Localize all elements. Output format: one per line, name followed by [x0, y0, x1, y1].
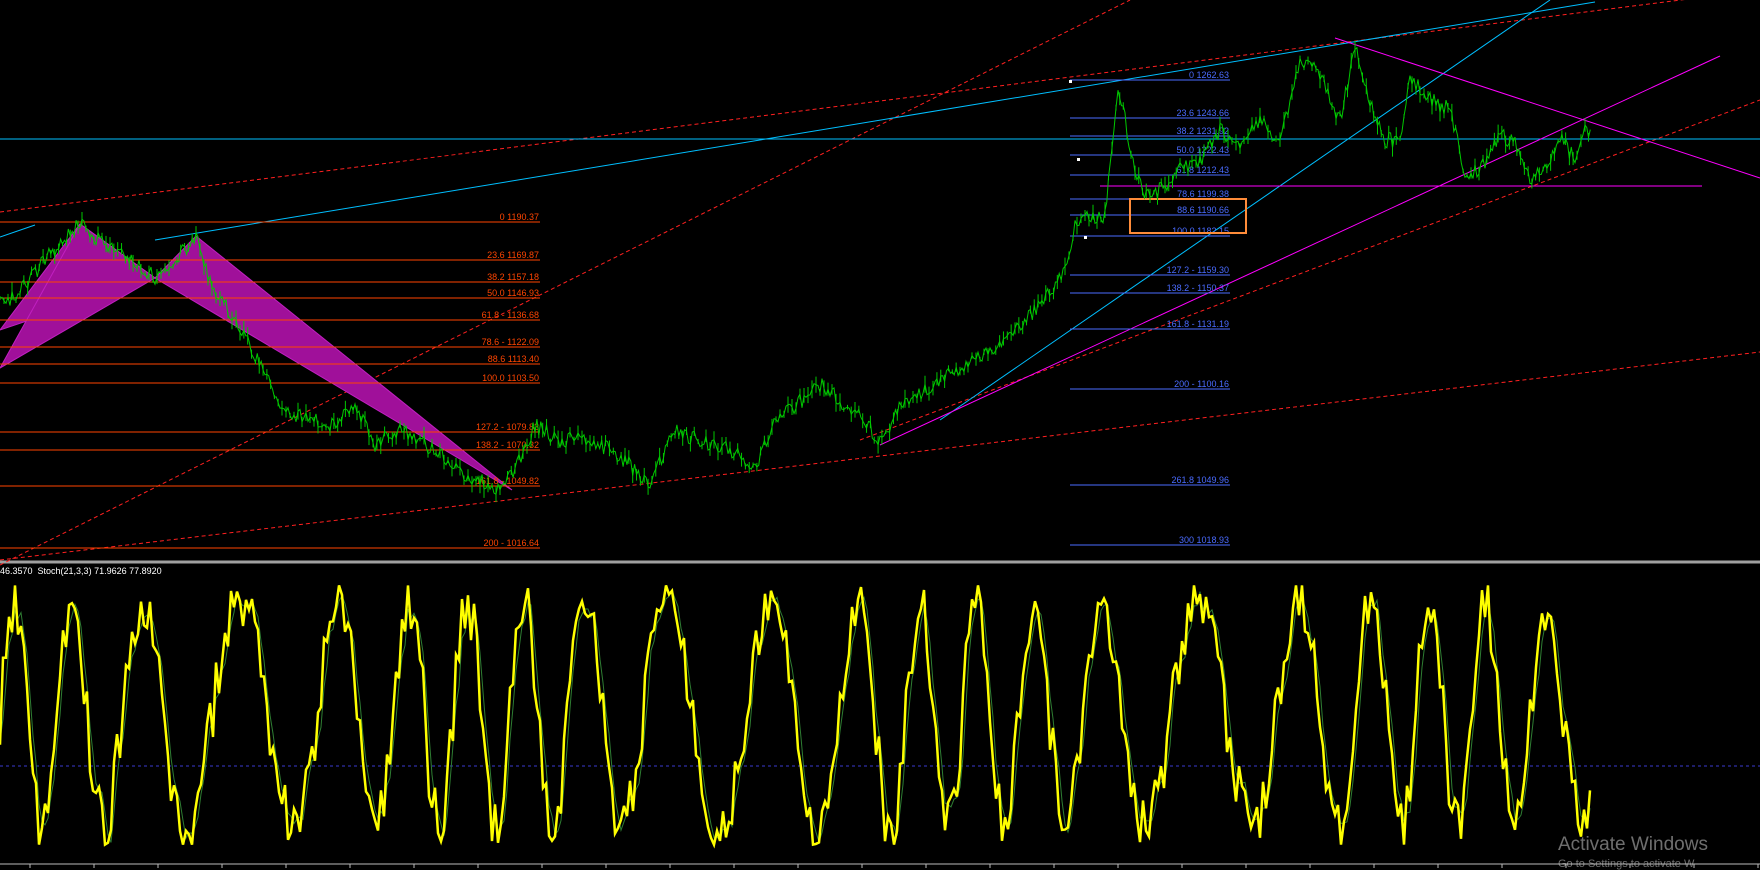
- fib-right-label: 300 1018.93: [1179, 535, 1229, 545]
- fib-left-label: 88.6 1113.40: [488, 354, 539, 364]
- fib-left-label: 0 1190.37: [500, 212, 539, 222]
- fib-right-label: 138.2 - 1150.37: [1167, 283, 1229, 293]
- fib-right-label: 0 1262.63: [1189, 70, 1229, 80]
- fib-left-label: 23.6 1169.87: [487, 250, 539, 260]
- fib-right-label: 100.0 1182.15: [1172, 226, 1229, 236]
- stoch-main-line: [0, 585, 1592, 849]
- fib-right-label: 88.6 1190.66: [1177, 205, 1229, 215]
- activate-windows-watermark: Activate Windows: [1558, 834, 1708, 855]
- fib-right-label: 261.8 1049.96: [1171, 475, 1229, 485]
- fib-left-label: 127.2 - 1079.83: [476, 422, 539, 432]
- fib-retracement-right[interactable]: 0 1262.63 23.6 1243.66 38.2 1231.92 50.0 12…: [1070, 70, 1230, 546]
- fib-right-label: 38.2 1231.92: [1176, 126, 1229, 136]
- fib-right-label: 127.2 - 1159.30: [1167, 265, 1229, 275]
- fib-right-label: 200 - 1100.16: [1174, 379, 1229, 389]
- price-chart[interactable]: 0 1190.37 23.6 1169.87 38.2 1157.18 50.0 11…: [0, 0, 1760, 868]
- time-axis-ticks: [29, 864, 1759, 868]
- fib-left-label: 100.0 1103.50: [482, 373, 539, 383]
- cyan-trendlines[interactable]: [0, 0, 1760, 421]
- fib-left-label: 78.6 - 1122.09: [482, 337, 539, 347]
- fib-right-label: 78.6 1199.38: [1177, 189, 1229, 199]
- fib-left-label: 50.0 1146.93: [487, 288, 539, 298]
- activate-windows-subtitle: Go to Settings to activate W: [1558, 858, 1695, 870]
- fib-right-label: 161.8 - 1131.19: [1167, 319, 1229, 329]
- magenta-trendlines[interactable]: [879, 37, 1760, 446]
- fib-right-label: 23.6 1243.66: [1176, 108, 1229, 118]
- fib-right-label: 50.0 1222.43: [1176, 145, 1229, 155]
- stochastic-indicator-label: 46.3570 Stoch(21,3,3) 71.9626 77.8920: [0, 566, 162, 576]
- fib-left-label: 61.8 - 1136.68: [482, 310, 539, 320]
- fib-left-label: 38.2 1157.18: [487, 272, 539, 282]
- fib-left-label: 200 - 1016.64: [483, 538, 539, 548]
